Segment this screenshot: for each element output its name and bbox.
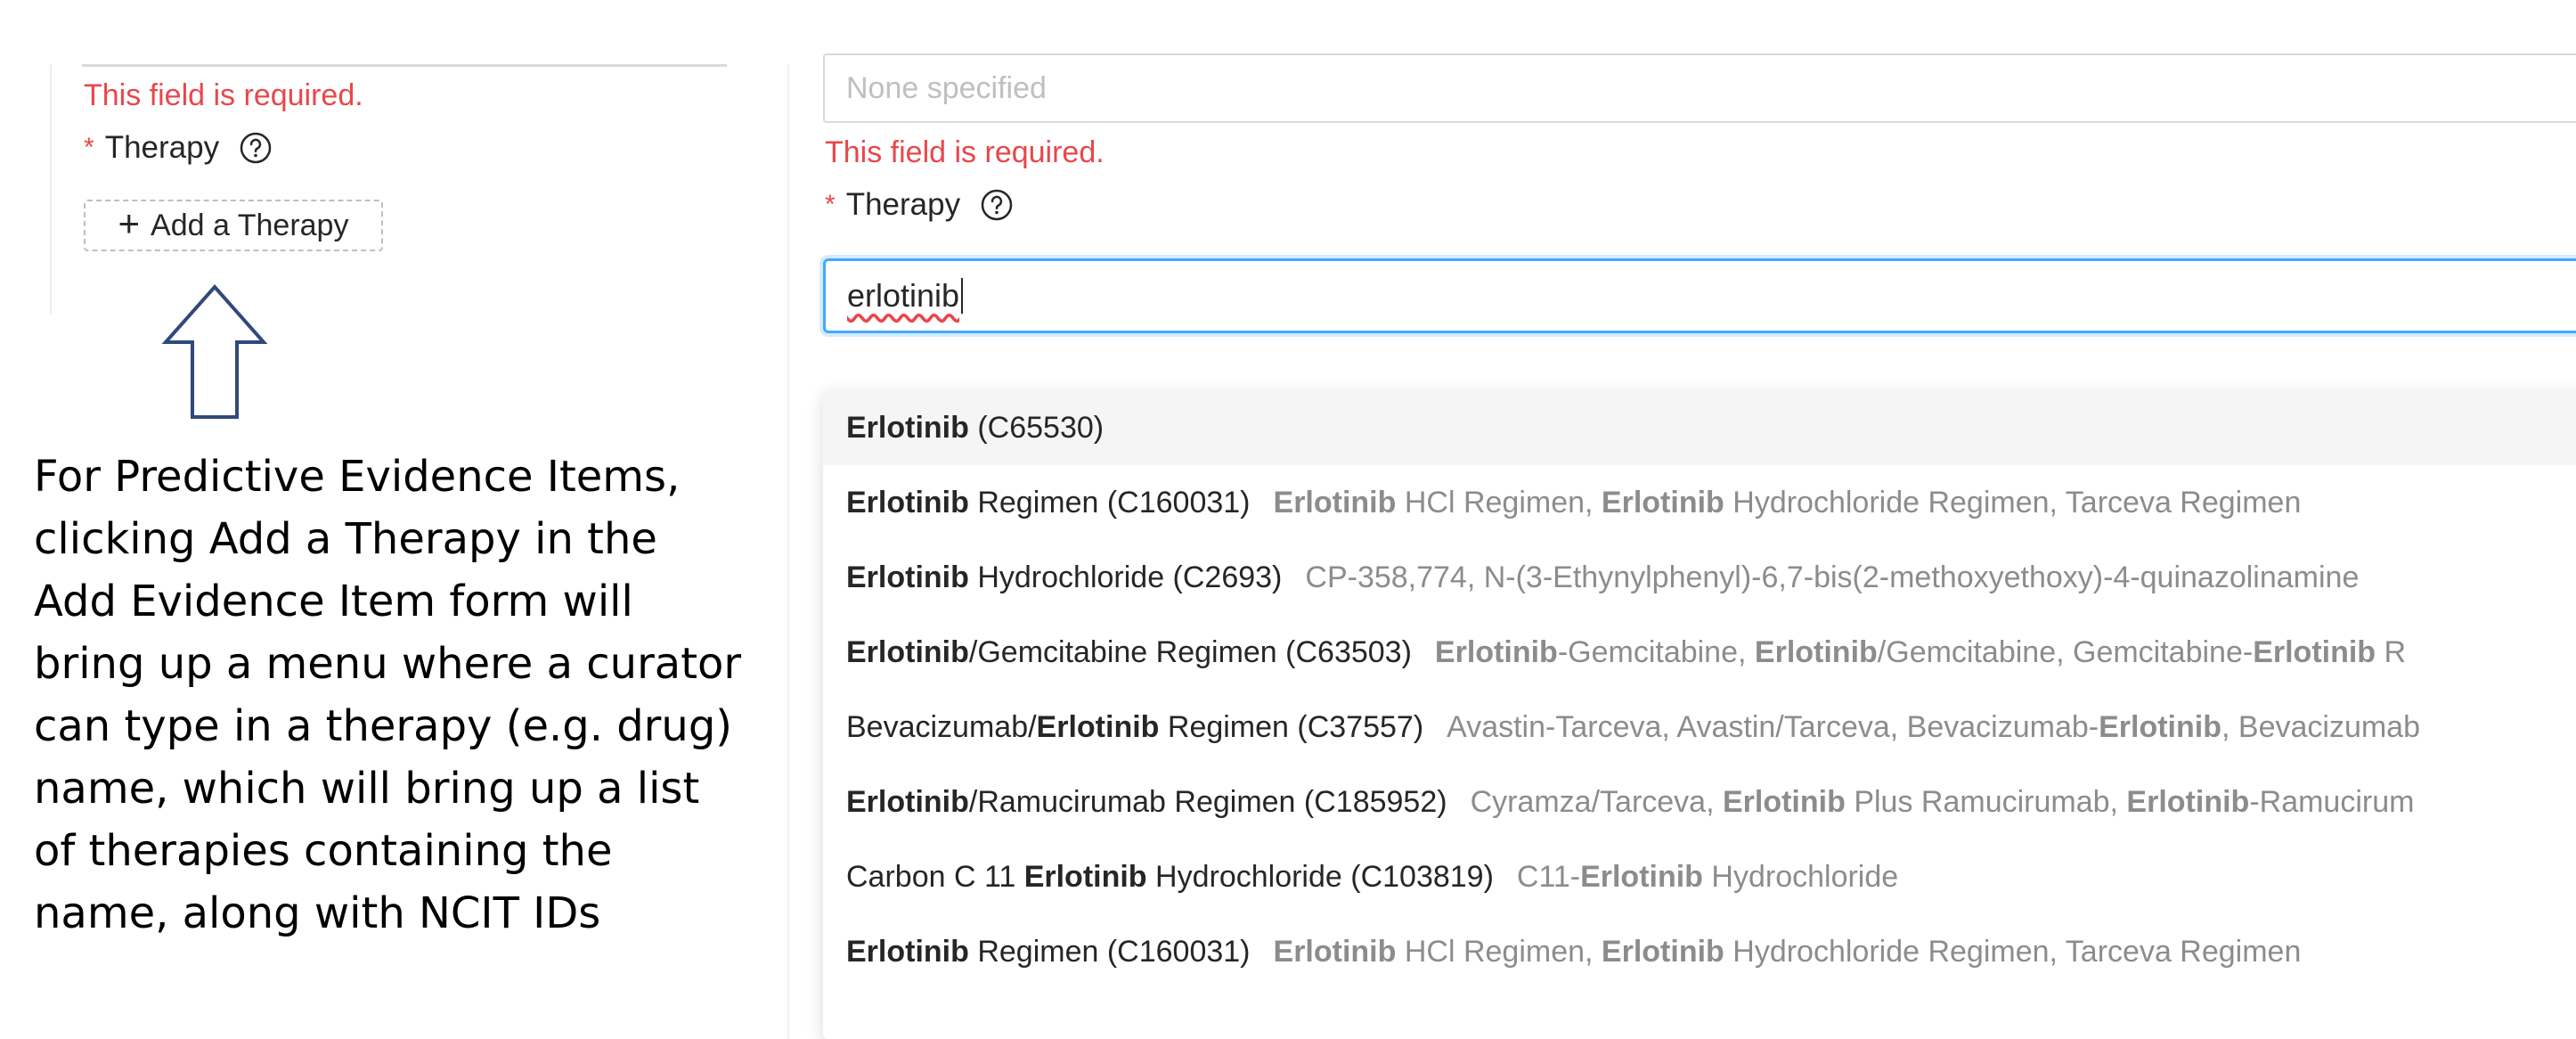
- therapy-option[interactable]: Erlotinib (C65530): [823, 390, 2576, 465]
- match-highlight: Erlotinib: [1601, 485, 1724, 520]
- plus-icon: +: [118, 202, 141, 244]
- option-synonyms: Erlotinib HCl Regimen, Erlotinib Hydroch…: [1274, 935, 2302, 969]
- option-text: Bevacizumab/: [846, 709, 1037, 744]
- right-therapy-label: * Therapy: [825, 187, 1014, 223]
- option-label: Erlotinib/Gemcitabine Regimen (C63503): [846, 635, 1412, 670]
- option-label: Carbon C 11 Erlotinib Hydrochloride (C10…: [846, 860, 1494, 895]
- option-text: HCl Regimen,: [1396, 934, 1602, 969]
- text-cursor: [961, 278, 964, 314]
- option-text: Avastin-Tarceva, Avastin/Tarceva, Bevaci…: [1447, 709, 2099, 744]
- match-highlight: Erlotinib: [1273, 485, 1397, 520]
- therapy-option[interactable]: Carbon C 11 Erlotinib Hydrochloride (C10…: [823, 839, 2576, 914]
- therapy-option[interactable]: Erlotinib Hydrochloride (C2693) CP-358,77…: [823, 540, 2576, 615]
- match-highlight: Erlotinib: [1023, 859, 1147, 894]
- annotation-text: For Predictive Evidence Items, clicking …: [34, 452, 742, 938]
- option-synonyms: Avastin-Tarceva, Avastin/Tarceva, Bevaci…: [1447, 710, 2420, 745]
- option-text: Hydrochloride: [1702, 859, 1899, 894]
- option-text: Hydrochloride Regimen, Tarceva Regimen: [1724, 934, 2302, 969]
- therapy-label-text: Therapy: [104, 130, 220, 165]
- right-error-message: This field is required.: [825, 135, 1105, 169]
- match-highlight: Erlotinib: [1434, 634, 1558, 669]
- option-synonyms: Erlotinib HCl Regimen, Erlotinib Hydroch…: [1274, 486, 2302, 520]
- question-circle-icon[interactable]: [980, 188, 1014, 222]
- option-text: Cyramza/Tarceva,: [1470, 784, 1723, 819]
- option-text: /Gemcitabine, Gemcitabine-: [1877, 634, 2254, 669]
- match-highlight: Erlotinib: [846, 634, 969, 669]
- option-synonyms: CP-358,774, N-(3-Ethynylphenyl)-6,7-bis(…: [1305, 560, 2359, 595]
- option-text: /Ramucirumab Regimen (C185952): [968, 784, 1447, 819]
- therapy-option[interactable]: Erlotinib/Ramucirumab Regimen (C185952) C…: [823, 765, 2576, 839]
- option-label: Erlotinib Regimen (C160031): [846, 935, 1251, 969]
- match-highlight: Erlotinib: [2253, 634, 2376, 669]
- match-highlight: Erlotinib: [1754, 634, 1878, 669]
- panel-divider: [787, 64, 789, 1039]
- option-text: /Gemcitabine Regimen (C63503): [968, 634, 1412, 669]
- option-text: Hydrochloride (C2693): [968, 560, 1283, 594]
- option-text: -Gemcitabine,: [1557, 634, 1755, 669]
- up-arrow-icon: [161, 283, 268, 419]
- option-text: CP-358,774, N-(3-Ethynylphenyl)-6,7-bis(…: [1305, 560, 2360, 594]
- option-label: Erlotinib (C65530): [846, 411, 1104, 446]
- option-text: (C65530): [968, 410, 1105, 445]
- previous-field-bottom-border: [82, 64, 727, 67]
- option-text: Plus Ramucirumab,: [1845, 784, 2127, 819]
- therapy-label-text: Therapy: [845, 187, 961, 222]
- therapy-option[interactable]: Erlotinib/Gemcitabine Regimen (C63503) Er…: [823, 615, 2576, 690]
- match-highlight: Erlotinib: [1601, 934, 1724, 969]
- option-text: C11-: [1516, 859, 1581, 894]
- option-text: HCl Regimen,: [1396, 485, 1602, 520]
- none-specified-placeholder: None specified: [846, 70, 1047, 105]
- option-text: Hydrochloride Regimen, Tarceva Regimen: [1724, 485, 2302, 520]
- match-highlight: Erlotinib: [846, 784, 969, 819]
- therapy-option[interactable]: Bevacizumab/Erlotinib Regimen (C37557) Av…: [823, 690, 2576, 765]
- left-therapy-label: * Therapy: [84, 130, 273, 166]
- left-error-message: This field is required.: [84, 78, 363, 112]
- add-therapy-button[interactable]: + Add a Therapy: [84, 200, 383, 251]
- match-highlight: Erlotinib: [846, 410, 969, 445]
- question-circle-icon[interactable]: [239, 131, 273, 165]
- option-text: Hydrochloride (C103819): [1146, 859, 1494, 894]
- match-highlight: Erlotinib: [1722, 784, 1846, 819]
- match-highlight: Erlotinib: [1036, 709, 1160, 744]
- match-highlight: Erlotinib: [846, 934, 969, 969]
- match-highlight: Erlotinib: [2099, 709, 2221, 744]
- option-label: Erlotinib Hydrochloride (C2693): [846, 560, 1282, 595]
- option-text: Regimen (C160031): [968, 934, 1251, 969]
- option-synonyms: C11-Erlotinib Hydrochloride: [1517, 860, 1898, 895]
- none-specified-field[interactable]: None specified: [823, 53, 2576, 123]
- therapy-search-input[interactable]: erlotinib: [823, 258, 2576, 333]
- search-input-value: erlotinib: [847, 277, 960, 314]
- option-text: Regimen (C37557): [1159, 709, 1424, 744]
- match-highlight: Erlotinib: [1580, 859, 1703, 894]
- therapy-options-dropdown[interactable]: Erlotinib (C65530) Erlotinib Regimen (C16…: [823, 390, 2576, 1039]
- match-highlight: Erlotinib: [846, 485, 969, 520]
- option-text: -Ramucirum: [2249, 784, 2415, 819]
- match-highlight: Erlotinib: [2126, 784, 2250, 819]
- option-label: Erlotinib/Ramucirumab Regimen (C185952): [846, 785, 1447, 820]
- option-label: Bevacizumab/Erlotinib Regimen (C37557): [846, 710, 1423, 745]
- left-panel-border: [50, 64, 52, 314]
- option-text: Regimen (C160031): [968, 485, 1251, 520]
- option-text: Carbon C 11: [846, 859, 1024, 894]
- required-asterisk: *: [825, 190, 836, 219]
- therapy-option[interactable]: Erlotinib Regimen (C160031) Erlotinib HCl…: [823, 914, 2576, 989]
- option-synonyms: Cyramza/Tarceva, Erlotinib Plus Ramuciru…: [1471, 785, 2415, 820]
- option-label: Erlotinib Regimen (C160031): [846, 486, 1251, 520]
- match-highlight: Erlotinib: [1273, 934, 1397, 969]
- option-text: R: [2376, 634, 2407, 669]
- required-asterisk: *: [84, 133, 94, 162]
- option-text: , Bevacizumab: [2221, 709, 2420, 744]
- add-therapy-label: Add a Therapy: [151, 208, 349, 242]
- therapy-option[interactable]: Erlotinib Regimen (C160031) Erlotinib HCl…: [823, 465, 2576, 540]
- match-highlight: Erlotinib: [846, 560, 969, 594]
- option-synonyms: Erlotinib-Gemcitabine, Erlotinib/Gemcita…: [1435, 635, 2406, 670]
